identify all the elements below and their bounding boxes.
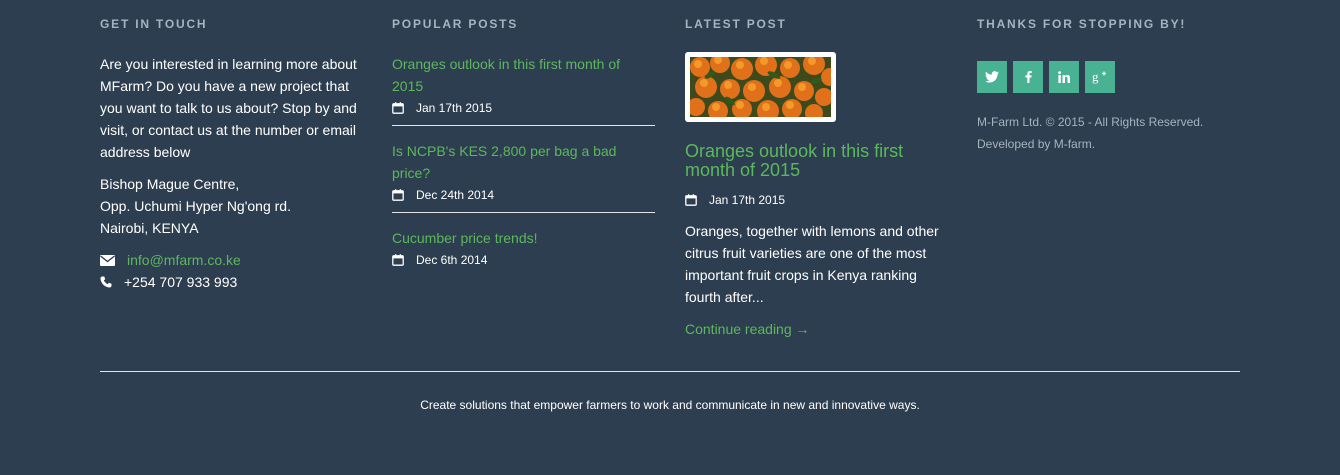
- svg-text:g: g: [1092, 70, 1099, 84]
- calendar-icon: [392, 254, 404, 266]
- google-plus-icon: g: [1092, 70, 1106, 84]
- post-date: Dec 6th 2014: [392, 252, 655, 268]
- calendar-icon: [392, 189, 404, 201]
- post-date-text: Dec 24th 2014: [416, 188, 495, 202]
- calendar-icon: [685, 194, 697, 206]
- post-title-link[interactable]: Cucumber price trends!: [392, 227, 632, 249]
- oranges-image: [690, 57, 831, 117]
- linkedin-icon: [1058, 71, 1070, 83]
- latest-post-excerpt: Oranges, together with lemons and other …: [685, 223, 939, 305]
- latest-post-date: Jan 17th 2015: [685, 192, 950, 208]
- phone-row: +254 707 933 993: [100, 271, 360, 293]
- latest-post-heading: LATEST POST: [685, 17, 787, 31]
- list-item: Oranges outlook in this first month of 2…: [392, 53, 655, 126]
- social-links: g: [977, 61, 1240, 93]
- thanks-section: THANKS FOR STOPPING BY! g M-Farm Ltd. © …: [977, 17, 1240, 155]
- latest-post-section: LATEST POST Oranges outlook in this firs…: [685, 17, 950, 340]
- developed-by-text: Developed by M-farm.: [977, 137, 1096, 151]
- linkedin-button[interactable]: [1049, 61, 1079, 93]
- post-title-link[interactable]: Oranges outlook in this first month of 2…: [392, 53, 632, 97]
- envelope-icon: [100, 254, 116, 266]
- phone-number: +254 707 933 993: [124, 274, 238, 290]
- list-item: Is NCPB's KES 2,800 per bag a bad price?…: [392, 140, 655, 213]
- contact-block: info@mfarm.co.ke +254 707 933 993: [100, 249, 360, 293]
- facebook-icon: [1024, 71, 1032, 83]
- post-date-text: Dec 6th 2014: [416, 253, 488, 267]
- post-date: Dec 24th 2014: [392, 187, 655, 203]
- footer-tagline: Create solutions that empower farmers to…: [420, 398, 920, 412]
- address-block: Bishop Mague Centre, Opp. Uchumi Hyper N…: [100, 173, 360, 239]
- thanks-heading: THANKS FOR STOPPING BY!: [977, 17, 1187, 31]
- list-item: Cucumber price trends! Dec 6th 2014: [392, 227, 655, 277]
- popular-posts-list: Oranges outlook in this first month of 2…: [392, 53, 655, 277]
- latest-post-title-link[interactable]: Oranges outlook in this first month of 2…: [685, 142, 935, 180]
- email-link[interactable]: info@mfarm.co.ke: [127, 249, 241, 271]
- calendar-icon: [392, 102, 404, 114]
- popular-posts-heading: POPULAR POSTS: [392, 17, 519, 31]
- post-date: Jan 17th 2015: [392, 100, 655, 116]
- twitter-button[interactable]: [977, 61, 1007, 93]
- email-row: info@mfarm.co.ke: [100, 249, 360, 271]
- site-footer: GET IN TOUCH Are you interested in learn…: [0, 0, 1340, 475]
- copyright-block: M-Farm Ltd. © 2015 - All Rights Reserved…: [977, 111, 1240, 155]
- facebook-button[interactable]: [1013, 61, 1043, 93]
- google-plus-button[interactable]: g: [1085, 61, 1115, 93]
- post-title-link[interactable]: Is NCPB's KES 2,800 per bag a bad price?: [392, 140, 632, 184]
- latest-post-date-text: Jan 17th 2015: [709, 193, 786, 207]
- latest-post-thumbnail[interactable]: [685, 52, 836, 122]
- get-in-touch-section: GET IN TOUCH Are you interested in learn…: [100, 17, 360, 293]
- about-text: Are you interested in learning more abou…: [100, 56, 357, 160]
- address-line: Opp. Uchumi Hyper Ng'ong rd.: [100, 198, 291, 214]
- get-in-touch-heading: GET IN TOUCH: [100, 17, 208, 31]
- continue-reading-link[interactable]: Continue reading →: [685, 318, 810, 340]
- popular-posts-section: POPULAR POSTS Oranges outlook in this fi…: [392, 17, 655, 291]
- copyright-text: M-Farm Ltd. © 2015 - All Rights Reserved…: [977, 115, 1204, 129]
- footer-divider: [100, 371, 1240, 372]
- address-line: Bishop Mague Centre,: [100, 176, 240, 192]
- post-date-text: Jan 17th 2015: [416, 101, 493, 115]
- twitter-icon: [985, 71, 999, 83]
- phone-icon: [100, 276, 116, 288]
- address-line: Nairobi, KENYA: [100, 220, 199, 236]
